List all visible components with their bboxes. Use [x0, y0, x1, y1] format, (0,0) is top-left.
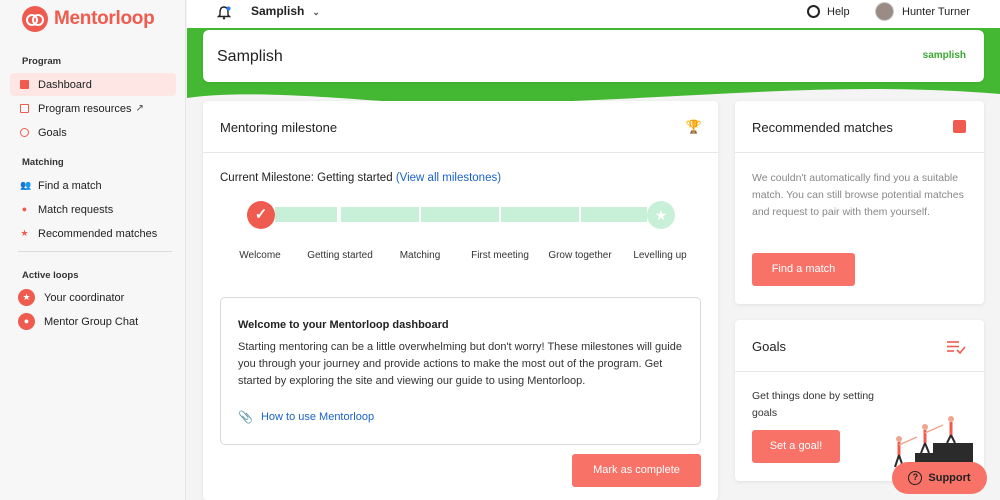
sidebar-item-label: Program resources — [38, 102, 132, 115]
help-button[interactable]: Help — [807, 5, 850, 18]
program-name: Samplish — [251, 4, 305, 18]
welcome-box: Welcome to your Mentorloop dashboard Sta… — [220, 297, 701, 445]
sidebar-item-match-requests[interactable]: ● Match requests — [10, 198, 176, 221]
sidebar-item-label: Recommended matches — [38, 227, 158, 240]
current-milestone-label: Current Milestone: — [220, 172, 314, 184]
progress-segment — [501, 207, 579, 222]
sidebar-item-label: Find a match — [38, 179, 102, 192]
progress-segment — [421, 207, 499, 222]
checklist-icon — [947, 341, 966, 355]
milestone-step: Matching — [399, 250, 441, 261]
mark-as-complete-button[interactable]: Mark as complete — [572, 454, 701, 487]
progress-segment — [341, 207, 419, 222]
trophy-icon: 🏆 — [685, 119, 702, 134]
milestone-card-header: Mentoring milestone 🏆 — [203, 101, 718, 153]
sidebar-item-find-a-match[interactable]: 👥 Find a match — [10, 174, 176, 197]
paperclip-icon: 📎 — [238, 410, 253, 424]
recommended-card-title: Recommended matches — [752, 120, 893, 135]
brand-name: Mentorloop — [54, 8, 155, 29]
progress-segment — [275, 207, 337, 222]
logo-icon — [22, 6, 48, 32]
milestone-progress: ✓ ★ — [247, 201, 677, 229]
milestone-card-title: Mentoring milestone — [220, 120, 338, 135]
sidebar-item-program-resources[interactable]: Program resources ↗ — [10, 97, 176, 120]
loop-your-coordinator[interactable]: ★ Your coordinator — [18, 289, 124, 306]
chevron-down-icon: ⌄ — [312, 7, 320, 17]
top-bar: Samplish ⌄ Help Hunter Turner — [187, 0, 1000, 28]
program-logo: samplish — [922, 50, 966, 61]
help-label: Help — [827, 5, 850, 18]
how-to-use-label: How to use Mentorloop — [260, 411, 375, 423]
star-icon: ★ — [647, 201, 675, 229]
program-selector[interactable]: Samplish ⌄ — [251, 4, 320, 18]
target-icon — [20, 128, 29, 137]
loop-label: Your coordinator — [44, 291, 125, 304]
progress-segment — [581, 207, 647, 222]
avatar — [875, 2, 894, 21]
goals-text: Get things done by setting goals — [752, 390, 874, 419]
milestone-step: Getting started — [307, 250, 373, 261]
set-a-goal-button[interactable]: Set a goal! — [752, 430, 840, 463]
sidebar-item-label: Match requests — [38, 203, 114, 216]
recommended-card-header: Recommended matches — [735, 101, 984, 153]
bell-icon[interactable] — [217, 6, 231, 20]
book-icon — [20, 104, 29, 113]
external-link-icon: ↗ — [135, 103, 144, 114]
current-milestone-value: Getting started — [317, 172, 393, 184]
sidebar-item-goals[interactable]: Goals — [10, 121, 176, 144]
contact-card-icon — [953, 120, 966, 133]
sidebar: Mentorloop Program Dashboard Program res… — [0, 0, 186, 500]
user-name: Hunter Turner — [902, 5, 970, 18]
sidebar-item-label: Dashboard — [38, 78, 92, 91]
current-milestone: Current Milestone: Getting started (View… — [220, 172, 501, 184]
section-matching: Matching — [22, 157, 64, 168]
recommended-text: We couldn't automatically find you a sui… — [752, 172, 964, 218]
sidebar-divider — [18, 251, 172, 252]
milestone-step: First meeting — [471, 250, 529, 261]
section-program: Program — [22, 56, 62, 67]
section-active-loops: Active loops — [22, 270, 79, 281]
program-title: Samplish — [217, 48, 283, 65]
milestone-step: Welcome — [239, 250, 281, 261]
dashboard-icon — [20, 80, 29, 89]
people-icon: 👥 — [20, 180, 32, 190]
support-button[interactable]: ? Support — [892, 462, 987, 494]
welcome-title: Welcome to your Mentorloop dashboard — [238, 319, 449, 331]
star-icon: ★ — [20, 228, 29, 238]
user-request-icon: ● — [21, 204, 28, 214]
user-menu[interactable]: Hunter Turner — [875, 2, 970, 21]
check-icon: ✓ — [247, 201, 275, 229]
support-label: Support — [928, 472, 971, 484]
view-all-milestones-link[interactable]: (View all milestones) — [396, 172, 501, 184]
group-icon: ● — [18, 313, 35, 330]
how-to-use-link[interactable]: 📎 How to use Mentorloop — [238, 410, 374, 424]
welcome-text: Starting mentoring can be a little overw… — [238, 341, 682, 387]
recommended-matches-card: Recommended matches We couldn't automati… — [735, 101, 984, 304]
milestone-card: Mentoring milestone 🏆 Current Milestone:… — [203, 101, 718, 500]
question-icon: ? — [908, 471, 923, 485]
find-a-match-button[interactable]: Find a match — [752, 253, 855, 286]
milestone-step: Grow together — [548, 250, 612, 261]
goals-card-header: Goals — [735, 320, 984, 372]
sidebar-item-recommended-matches[interactable]: ★ Recommended matches — [10, 222, 176, 245]
star-icon: ★ — [18, 289, 35, 306]
sidebar-item-label: Goals — [38, 126, 67, 139]
mentorloop-logo[interactable]: Mentorloop — [22, 6, 155, 32]
help-icon — [807, 5, 820, 18]
goals-card-title: Goals — [752, 339, 786, 354]
program-header-card: Samplish samplish — [203, 30, 984, 82]
loop-mentor-group-chat[interactable]: ● Mentor Group Chat — [18, 313, 138, 330]
milestone-step: Levelling up — [633, 250, 687, 261]
sidebar-item-dashboard[interactable]: Dashboard — [10, 73, 176, 96]
loop-label: Mentor Group Chat — [44, 315, 139, 328]
